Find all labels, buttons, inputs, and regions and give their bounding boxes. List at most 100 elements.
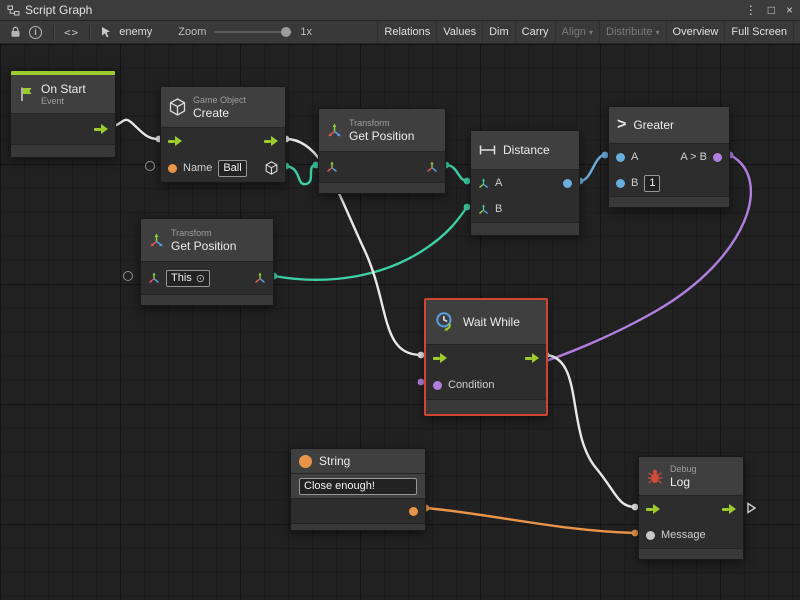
transform-input-port[interactable] <box>148 272 160 284</box>
flow-out-port[interactable] <box>94 124 108 134</box>
node-distance[interactable]: Distance A B <box>470 130 580 236</box>
node-title: Wait While <box>463 315 520 329</box>
distance-output-port[interactable] <box>563 179 572 188</box>
info-icon[interactable]: i <box>29 26 42 39</box>
node-get-position-top[interactable]: Transform Get Position <box>318 108 446 194</box>
node-header: Transform Get Position <box>319 109 445 152</box>
node-footer <box>319 182 445 193</box>
port-row: B 1 <box>609 170 729 196</box>
node-on-start-event[interactable]: On Start Event <box>10 70 116 158</box>
node-greater[interactable]: > Greater A A > B B 1 <box>608 106 730 208</box>
wire-distance-to-greater-a[interactable] <box>580 155 605 181</box>
zoom-slider[interactable] <box>214 31 292 33</box>
port-row: Condition <box>426 371 546 399</box>
zoom-label: Zoom <box>178 26 206 38</box>
toolbar-button-relations[interactable]: Relations <box>377 21 436 43</box>
name-input-port[interactable] <box>168 164 177 173</box>
node-game-object-create[interactable]: Game Object Create Name Ball <box>160 86 286 183</box>
target-field[interactable]: This ⊙ <box>166 270 210 287</box>
output-label: A > B <box>680 151 707 163</box>
node-wait-while[interactable]: Wait While Condition <box>424 298 548 416</box>
port-label: Message <box>661 529 706 541</box>
port-row <box>319 152 445 182</box>
b-value-field[interactable]: 1 <box>644 175 660 192</box>
node-debug-log[interactable]: Debug Log Message <box>638 456 744 560</box>
string-output-port[interactable] <box>409 507 418 516</box>
position-output-port[interactable] <box>426 161 438 173</box>
wire-waitwhile-to-log-flow[interactable] <box>546 355 635 507</box>
condition-input-port[interactable] <box>433 381 442 390</box>
node-category: Debug <box>670 464 697 475</box>
flow-out-port[interactable] <box>722 504 736 514</box>
string-value-field[interactable]: Close enough! <box>299 478 417 495</box>
flow-out-port[interactable] <box>525 353 539 363</box>
unity-script-graph-window: Script Graph ⋮ □ × i <> enemy Zoom 1x Re… <box>0 0 800 600</box>
vector-input-b-port[interactable] <box>478 204 489 215</box>
name-field[interactable]: Ball <box>218 160 246 177</box>
toolbar-button-values[interactable]: Values <box>436 21 482 43</box>
node-string-literal[interactable]: String Close enough! <box>290 448 426 531</box>
toolbar-button-distribute[interactable]: Distribute▾ <box>599 21 665 43</box>
position-output-port[interactable] <box>254 272 266 284</box>
chevron-down-icon: ▾ <box>656 28 660 37</box>
transform-icon <box>149 233 164 248</box>
wire-getposition-to-distance-a[interactable] <box>446 165 467 181</box>
node-footer <box>291 523 425 530</box>
node-footer <box>471 222 579 235</box>
port-row: Name Ball <box>161 154 285 182</box>
flow-out-port[interactable] <box>264 136 278 146</box>
node-footer <box>609 196 729 207</box>
menu-icon[interactable]: ⋮ <box>745 0 757 20</box>
flow-in-port[interactable] <box>168 136 182 146</box>
zoom-slider-knob[interactable] <box>281 27 291 37</box>
port-row: Message <box>639 522 743 548</box>
wait-clock-icon <box>434 311 456 333</box>
lock-icon[interactable] <box>10 26 21 38</box>
port-label: Name <box>183 162 212 174</box>
node-title: Greater <box>633 118 674 132</box>
transform-input-port[interactable] <box>326 161 338 173</box>
wire-create-object-to-getposition-transform[interactable] <box>286 165 316 184</box>
graph-toolbar: i <> enemy Zoom 1x Relations Values Dim … <box>0 21 800 44</box>
unconnected-port-indicator[interactable] <box>145 161 155 171</box>
graph-breadcrumb[interactable]: enemy <box>119 26 152 38</box>
node-get-position-bottom[interactable]: Transform Get Position This ⊙ <box>140 218 274 306</box>
maximize-icon[interactable]: □ <box>768 0 775 20</box>
node-field-row: Close enough! <box>291 474 425 499</box>
ruler-icon <box>479 144 496 156</box>
result-output-port[interactable] <box>713 153 722 162</box>
node-header: On Start Event <box>11 75 115 114</box>
flow-in-port[interactable] <box>433 353 447 363</box>
toolbar-button-overview[interactable]: Overview <box>666 21 725 43</box>
toolbar-divider <box>89 26 90 39</box>
graph-canvas[interactable]: On Start Event Game Object Create <box>0 44 800 600</box>
flow-in-port[interactable] <box>646 504 660 514</box>
script-graph-icon <box>7 5 20 16</box>
unconnected-flow-indicator[interactable] <box>747 501 756 519</box>
toolbar-button-carry[interactable]: Carry <box>515 21 555 43</box>
port-row: A <box>471 170 579 196</box>
window-title: Script Graph <box>25 3 92 17</box>
input-b-port[interactable] <box>616 179 625 188</box>
node-title: Get Position <box>171 239 236 253</box>
toolbar-button-fullscreen[interactable]: Full Screen <box>724 21 794 43</box>
port-row: This ⊙ <box>141 262 273 294</box>
input-a-port[interactable] <box>616 153 625 162</box>
port-label: Condition <box>448 379 494 391</box>
target-icon[interactable]: ⊙ <box>196 272 205 285</box>
game-object-output-port[interactable] <box>265 161 278 175</box>
port-row: A A > B <box>609 144 729 170</box>
title-bar: Script Graph ⋮ □ × <box>0 0 800 21</box>
wire-getposition2-to-distance-b[interactable] <box>274 207 467 280</box>
wire-string-to-log-message[interactable] <box>426 508 635 533</box>
node-category: Transform <box>349 118 414 129</box>
greater-icon: > <box>617 117 626 133</box>
unconnected-port-indicator[interactable] <box>123 271 133 281</box>
code-view-icon[interactable]: <> <box>64 26 79 39</box>
toolbar-button-dim[interactable]: Dim <box>482 21 515 43</box>
cube-icon <box>169 98 186 116</box>
vector-input-a-port[interactable] <box>478 178 489 189</box>
close-icon[interactable]: × <box>786 0 793 20</box>
toolbar-button-align[interactable]: Align▾ <box>555 21 599 43</box>
message-input-port[interactable] <box>646 531 655 540</box>
